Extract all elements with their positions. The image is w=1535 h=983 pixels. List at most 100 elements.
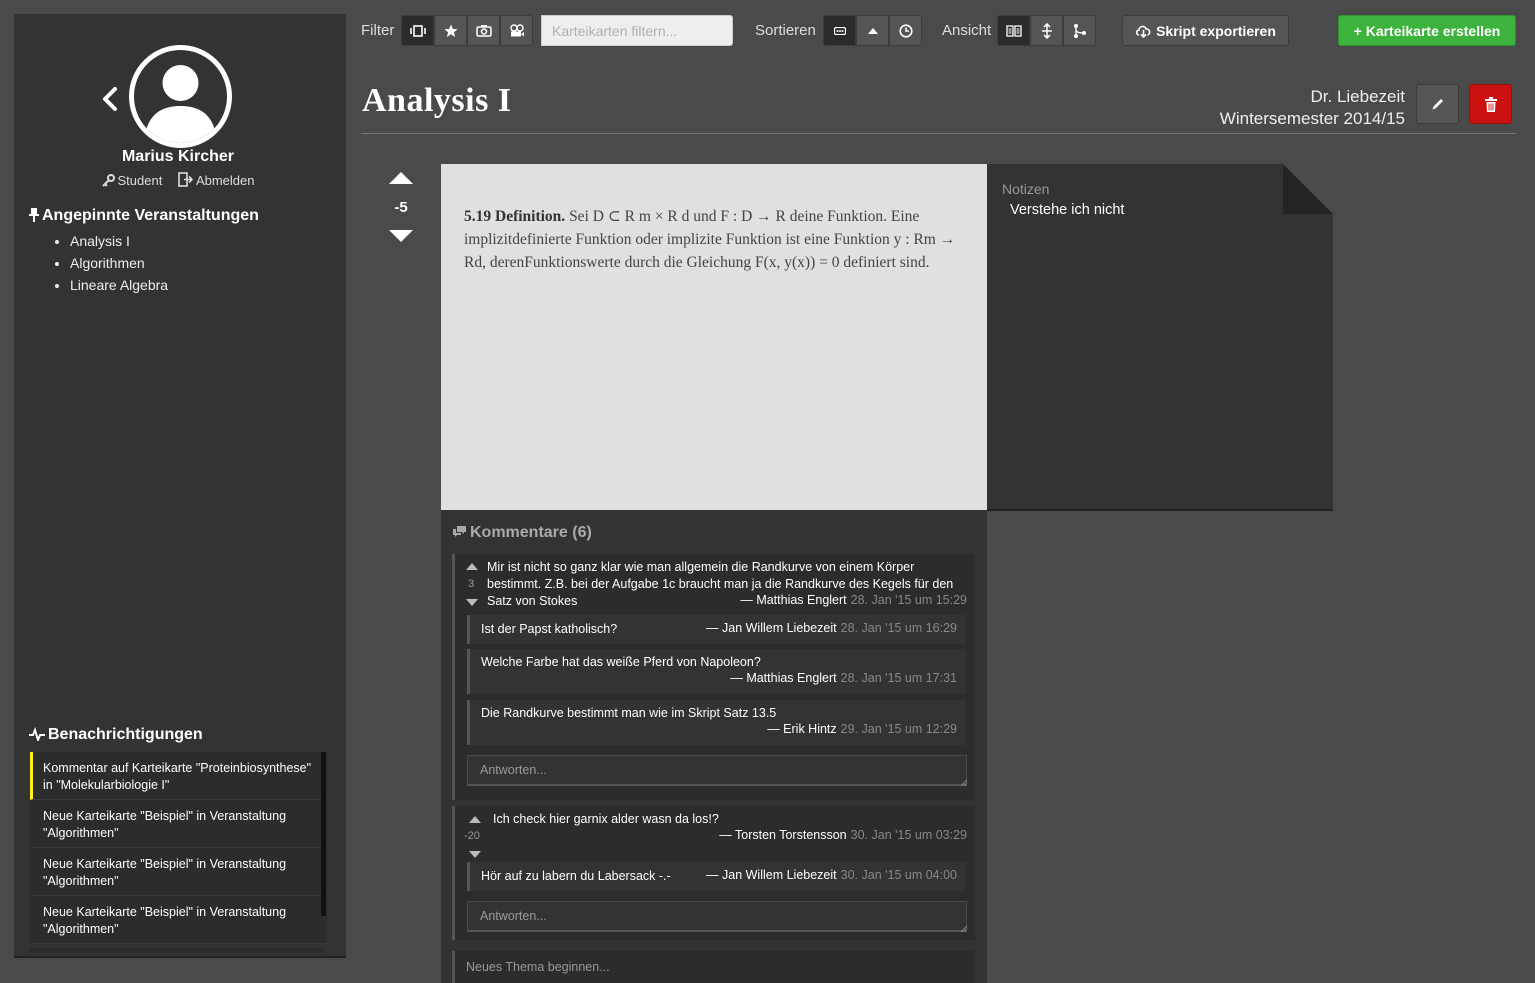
export-script-button[interactable]: Skript exportieren <box>1122 15 1289 46</box>
notification-item[interactable]: Neue Karteikarte "Beispiel" in Veranstal… <box>30 896 327 944</box>
cards-icon <box>409 24 426 37</box>
avatar[interactable] <box>129 45 232 148</box>
new-topic-input[interactable] <box>452 951 975 983</box>
pinned-item-lineare-algebra[interactable]: Lineare Algebra <box>70 275 168 297</box>
view-tree-button[interactable] <box>1063 15 1096 46</box>
semester: Wintersemester 2014/15 <box>1219 109 1405 128</box>
sort-label: Sortieren <box>755 22 816 39</box>
filter-input[interactable] <box>541 15 733 46</box>
notification-item[interactable]: Neue Karteikarte "Beispiel" in Veranstal… <box>30 800 327 848</box>
downvote-icon[interactable] <box>469 851 481 858</box>
notification-item[interactable]: Kommentar auf Karteikarte "Proteinbiosyn… <box>30 752 327 800</box>
comment-thread: -20 Ich check hier garnix alder wasn da … <box>452 806 975 940</box>
pinned-list: Analysis I Algorithmen Lineare Algebra <box>70 231 168 297</box>
reply-text: Hör auf zu labern du Labersack -.- <box>481 869 671 883</box>
notification-item[interactable]: Neue Karteikarte "Beispiel" in Veranstal… <box>30 848 327 896</box>
comments-title-text: Kommentare (6) <box>470 524 592 541</box>
user-name: Marius Kircher <box>121 148 235 165</box>
notes-panel[interactable]: Notizen Verstehe ich nicht <box>987 164 1333 511</box>
reply-meta: — Erik Hintz 29. Jan '15 um 12:29 <box>767 722 957 736</box>
resize-grip-icon[interactable] <box>960 779 968 787</box>
comment-thread: 3 Mir ist nicht so ganz klar wie man all… <box>452 554 975 800</box>
reply-date: 30. Jan '15 um 04:00 <box>840 868 957 882</box>
star-icon <box>443 24 458 37</box>
lecturer: Dr. Liebezeit <box>1310 87 1406 106</box>
camera-icon <box>475 25 492 37</box>
role-link[interactable]: Student <box>101 173 166 188</box>
pinned-title: Angepinnte Veranstaltungen <box>29 207 259 225</box>
comment-vote-count: 3 <box>467 578 475 590</box>
edit-course-button[interactable] <box>1416 84 1459 124</box>
upvote-icon[interactable] <box>469 816 481 823</box>
delete-course-button[interactable] <box>1469 84 1512 124</box>
comment-text: Ich check hier garnix alder wasn da los!… <box>493 812 719 826</box>
reply: Die Randkurve bestimmt man wie im Skript… <box>467 700 966 745</box>
export-label: Skript exportieren <box>1156 22 1276 39</box>
flashcard: 5.19 Definition. Sei D ⊂ R m × R d und F… <box>441 164 987 510</box>
upvote-icon[interactable] <box>466 563 478 570</box>
comment-author[interactable]: — Torsten Torstensson <box>719 828 846 842</box>
reply: Welche Farbe hat das weiße Pferd von Nap… <box>467 649 966 694</box>
sort-date-button[interactable] <box>889 15 922 46</box>
reply-author[interactable]: — Jan Willem Liebezeit <box>706 868 837 882</box>
pin-icon <box>29 208 39 222</box>
filter-cards-button[interactable] <box>401 15 434 46</box>
reply-author[interactable]: — Erik Hintz <box>767 722 836 736</box>
sidebar: Marius Kircher Student Abmelden Angepinn… <box>14 14 346 958</box>
notifications-title: Benachrichtigungen <box>29 726 203 744</box>
ellipsis-icon <box>833 26 846 35</box>
create-card-button[interactable]: + Karteikarte erstellen <box>1338 15 1516 46</box>
filter-buttons <box>401 15 533 46</box>
upvote-icon[interactable] <box>388 171 414 185</box>
filter-favorites-button[interactable] <box>434 15 467 46</box>
logout-link[interactable]: Abmelden <box>178 172 255 188</box>
view-book-button[interactable] <box>997 15 1030 46</box>
reply-date: 29. Jan '15 um 12:29 <box>840 722 957 736</box>
reply: Ist der Papst katholisch? — Jan Willem L… <box>467 615 966 644</box>
notifications-list-end <box>30 948 325 953</box>
triangle-up-icon <box>867 27 878 34</box>
reply-input[interactable] <box>467 901 967 932</box>
filter-photo-button[interactable] <box>467 15 500 46</box>
book-icon <box>1005 24 1022 37</box>
view-buttons <box>997 15 1096 46</box>
notes-label: Notizen <box>1002 181 1050 197</box>
notifications-scrollbar[interactable] <box>321 752 326 916</box>
comment-date: 30. Jan '15 um 03:29 <box>850 828 967 842</box>
comment-date: 28. Jan '15 um 15:29 <box>850 593 967 607</box>
reply-input[interactable] <box>467 755 967 786</box>
pencil-icon <box>1432 99 1443 110</box>
resize-grip-icon[interactable] <box>960 925 968 933</box>
filter-video-button[interactable] <box>500 15 533 46</box>
reply-date: 28. Jan '15 um 17:31 <box>840 671 957 685</box>
comment-author[interactable]: — Matthias Englert <box>740 593 846 607</box>
reply-author[interactable]: — Jan Willem Liebezeit <box>706 621 837 635</box>
reply-author[interactable]: — Matthias Englert <box>730 671 836 685</box>
reply-text: Die Randkurve bestimmt man wie im Skript… <box>481 706 777 720</box>
sort-default-button[interactable] <box>823 15 856 46</box>
comment-meta: — Torsten Torstensson 30. Jan '15 um 03:2… <box>719 828 967 842</box>
card-label: 5.19 Definition. <box>464 208 566 225</box>
pinned-item-algorithmen[interactable]: Algorithmen <box>70 253 168 275</box>
logout-icon <box>178 172 194 187</box>
user-icon <box>144 65 217 143</box>
comment-vote-count: -20 <box>464 830 480 842</box>
header-divider <box>361 133 1516 134</box>
chevron-left-icon[interactable] <box>100 86 120 112</box>
notifications-title-text: Benachrichtigungen <box>48 726 203 743</box>
card-vote-count: -5 <box>394 199 408 216</box>
view-expand-button[interactable] <box>1030 15 1063 46</box>
pinned-item-analysis[interactable]: Analysis I <box>70 231 168 253</box>
page-fold-icon <box>1283 164 1333 214</box>
pinned-title-text: Angepinnte Veranstaltungen <box>42 207 259 224</box>
filter-label: Filter <box>361 22 395 39</box>
sort-votes-button[interactable] <box>856 15 889 46</box>
key-icon <box>101 174 115 187</box>
pulse-icon <box>29 726 45 744</box>
downvote-icon[interactable] <box>388 229 414 243</box>
downvote-icon[interactable] <box>466 599 478 606</box>
branch-icon <box>1073 23 1086 38</box>
notes-text[interactable]: Verstehe ich nicht <box>1010 202 1124 218</box>
comment-meta: — Matthias Englert 28. Jan '15 um 15:29 <box>740 593 967 607</box>
logout-label: Abmelden <box>195 173 255 188</box>
